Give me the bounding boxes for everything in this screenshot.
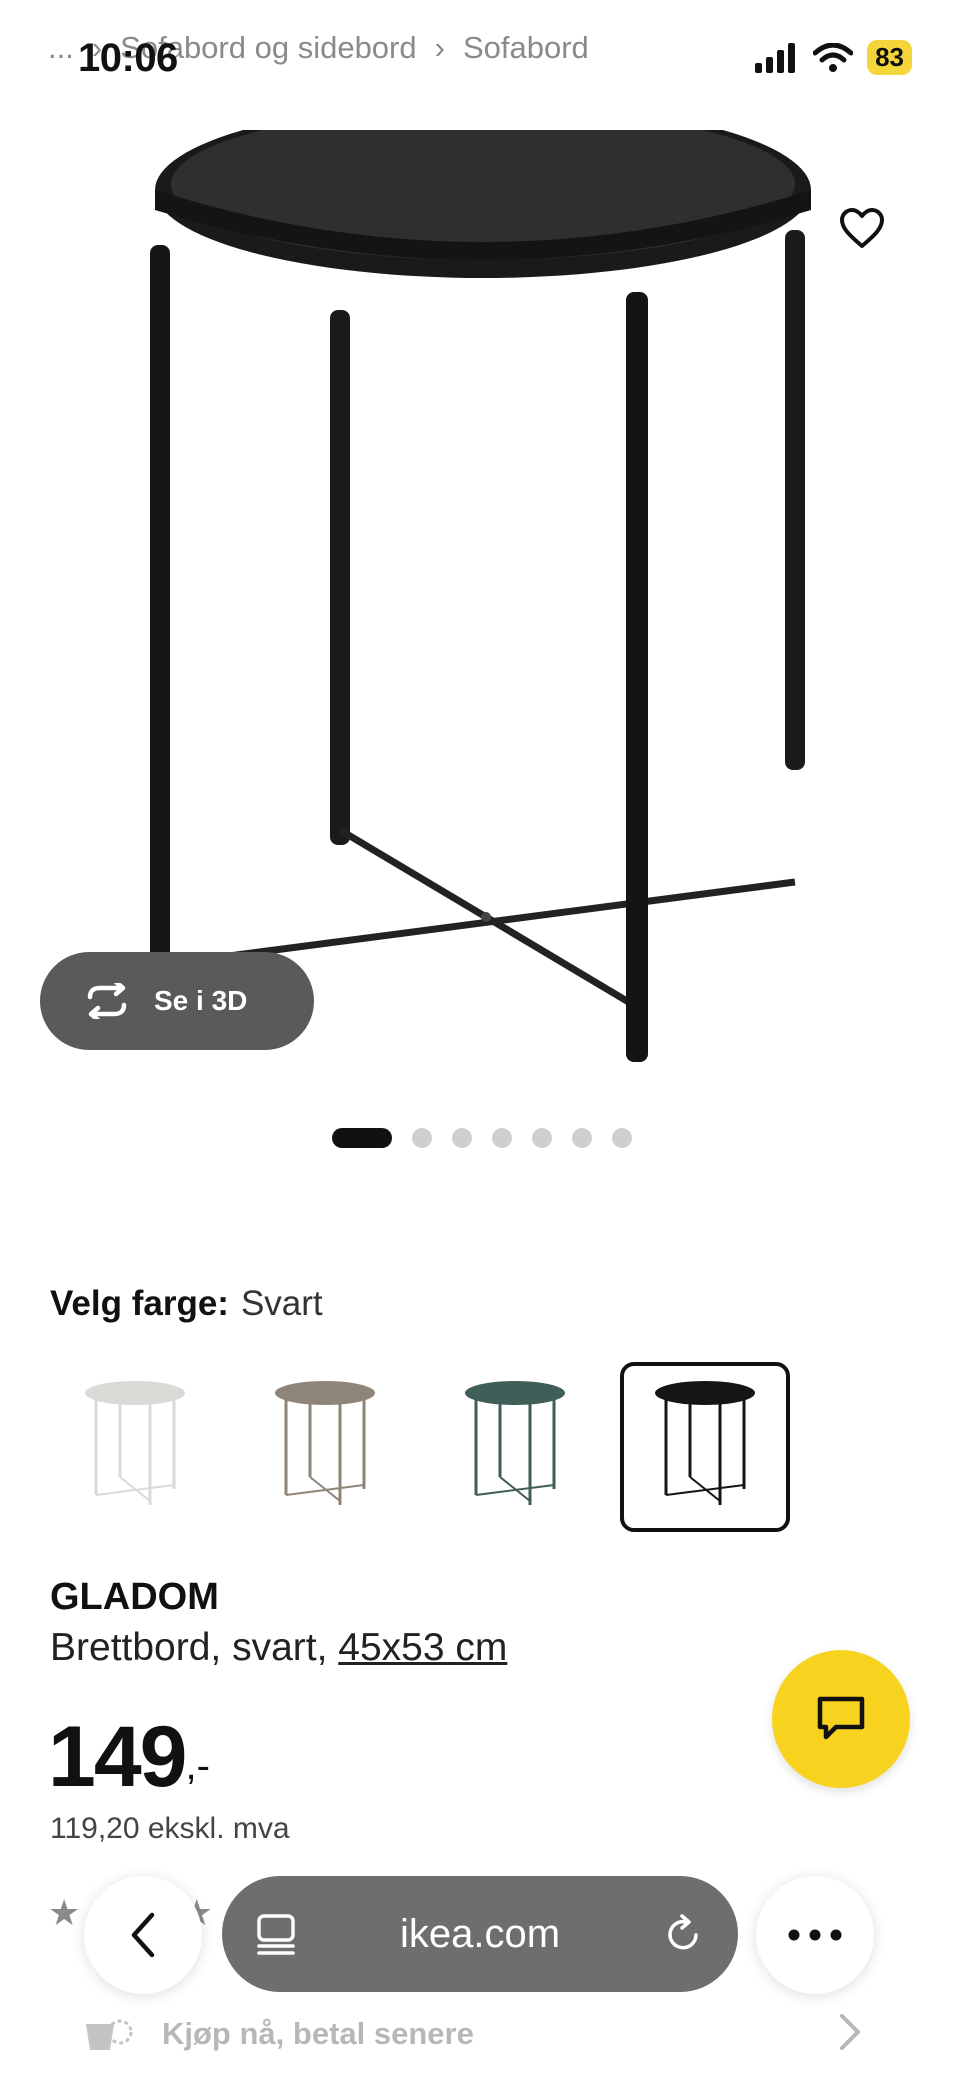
- breadcrumb-separator: ›: [434, 30, 445, 65]
- reload-icon[interactable]: [664, 1913, 704, 1955]
- product-thumbnail-green: [465, 1381, 565, 1505]
- price-main: 149: [48, 1709, 187, 1805]
- color-swatch-green[interactable]: [430, 1362, 600, 1532]
- product-image[interactable]: [0, 130, 960, 1090]
- color-selection-label: Velg farge: Svart: [50, 1284, 323, 1324]
- color-swatch-beige[interactable]: [240, 1362, 410, 1532]
- basket-clock-icon: [86, 2019, 133, 2050]
- carousel-dot[interactable]: [532, 1128, 552, 1148]
- breadcrumb-ellipsis[interactable]: ...: [48, 30, 74, 66]
- product-thumbnail-black: [655, 1381, 755, 1505]
- product-thumbnail-white: [85, 1381, 185, 1505]
- status-indicators: 83: [755, 40, 912, 75]
- view-in-3d-label: Se i 3D: [154, 985, 248, 1016]
- rotate-3d-icon: [87, 983, 127, 1019]
- buy-now-pay-later-row[interactable]: Kjøp nå, betal senere: [82, 2014, 474, 2054]
- carousel-dot[interactable]: [572, 1128, 592, 1148]
- color-swatch-black-selected[interactable]: [620, 1362, 790, 1532]
- price-suffix: ,-: [185, 1744, 210, 1788]
- chevron-left-icon: [131, 1912, 155, 1958]
- battery-level: 83: [867, 40, 912, 75]
- chat-icon: [817, 1696, 865, 1740]
- color-swatch-white[interactable]: [50, 1362, 220, 1532]
- chevron-right-icon: [840, 2014, 860, 2050]
- more-horizontal-icon: [788, 1929, 842, 1941]
- status-time: 10:06: [78, 36, 178, 80]
- carousel-dot[interactable]: [492, 1128, 512, 1148]
- browser-more-button[interactable]: [756, 1876, 874, 1994]
- color-swatch-list: [50, 1362, 790, 1532]
- color-label-title: Velg farge:: [50, 1284, 229, 1323]
- tab-list-icon[interactable]: [256, 1913, 296, 1955]
- image-carousel-indicator: [332, 1128, 632, 1148]
- carousel-dot[interactable]: [612, 1128, 632, 1148]
- product-description-text: Brettbord, svart,: [50, 1626, 339, 1669]
- browser-back-button[interactable]: [84, 1876, 202, 1994]
- star-icon: ★: [48, 1892, 81, 1933]
- breadcrumb-item-sofabord[interactable]: Sofabord: [463, 30, 589, 66]
- url-text[interactable]: ikea.com: [400, 1912, 560, 1957]
- buy-now-pay-later-label: Kjøp nå, betal senere: [162, 2016, 474, 2051]
- chat-button[interactable]: [772, 1650, 910, 1788]
- price-excluding-vat: 119,20 ekskl. mva: [50, 1812, 290, 1845]
- product-description: Brettbord, svart, 45x53 cm: [50, 1626, 507, 1670]
- cellular-signal-icon: [755, 42, 796, 73]
- product-size-link[interactable]: 45x53 cm: [338, 1626, 507, 1669]
- product-thumbnail-beige: [275, 1381, 375, 1505]
- browser-address-bar[interactable]: ikea.com: [222, 1876, 738, 1992]
- carousel-dot[interactable]: [452, 1128, 472, 1148]
- carousel-dot[interactable]: [412, 1128, 432, 1148]
- heart-icon: [840, 208, 884, 248]
- view-in-3d-button[interactable]: Se i 3D: [40, 952, 314, 1050]
- favorite-button[interactable]: [832, 198, 892, 258]
- selected-color-value: Svart: [240, 1284, 323, 1323]
- carousel-dot-active[interactable]: [332, 1128, 392, 1148]
- wifi-icon: [813, 42, 854, 72]
- product-price: 149 ,-: [48, 1708, 210, 1807]
- product-name: GLADOM: [50, 1576, 219, 1618]
